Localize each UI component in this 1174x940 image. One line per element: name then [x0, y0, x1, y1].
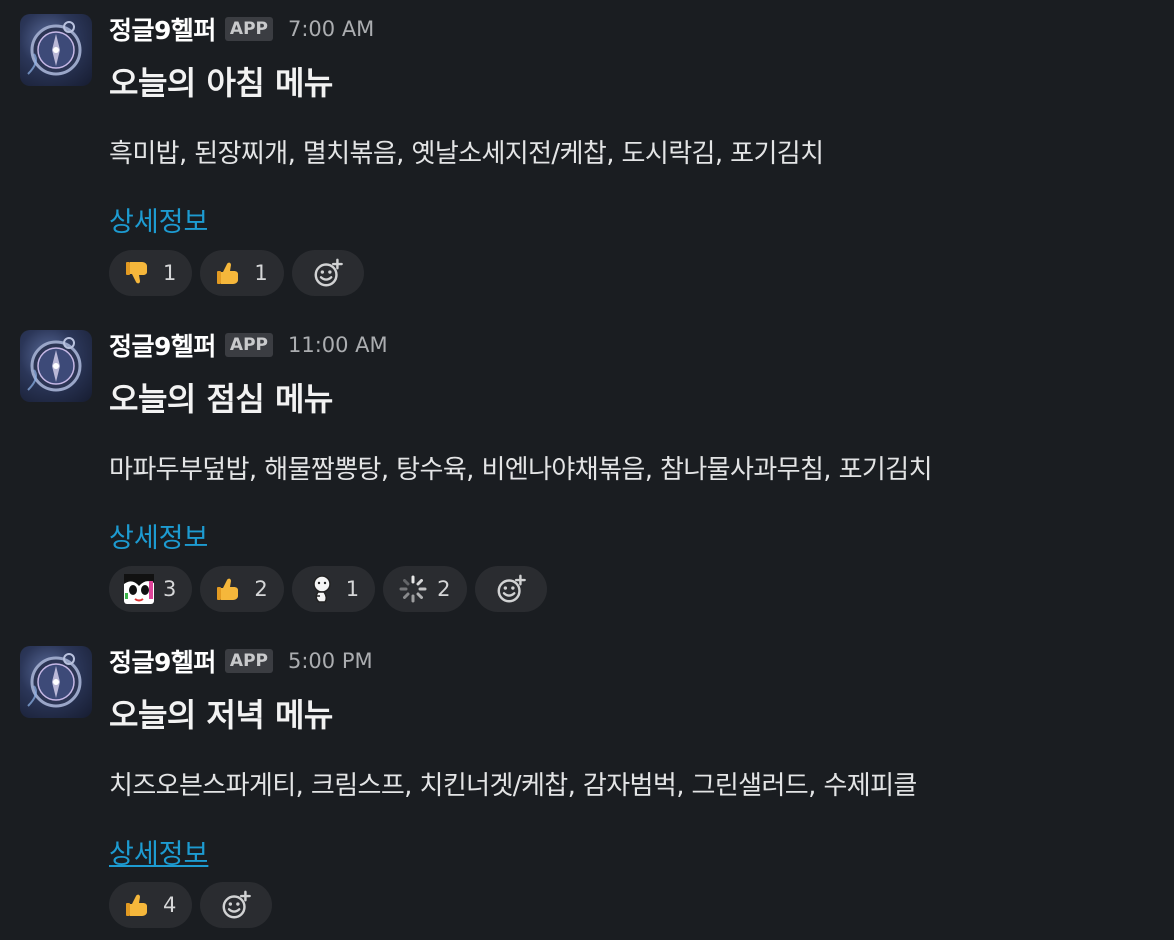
menu-title: 오늘의 저녁 메뉴 [109, 696, 333, 734]
compass-icon [27, 653, 82, 708]
reaction-thumbs-up[interactable]: 4 [109, 882, 193, 928]
app-badge: APP [224, 17, 273, 41]
thumbs-up-icon [123, 889, 155, 921]
timestamp[interactable]: 11:00 AM [288, 333, 388, 357]
menu-title: 오늘의 아침 메뉴 [109, 64, 333, 102]
reaction-count: 3 [163, 577, 177, 601]
reactions-bar: 1 1 [109, 250, 364, 296]
sender-name[interactable]: 정글9헬퍼 [109, 327, 216, 363]
bot-avatar[interactable] [20, 14, 92, 86]
reaction-count: 2 [254, 577, 268, 601]
reaction-count: 2 [437, 577, 451, 601]
add-emoji-icon [220, 889, 252, 921]
menu-title: 오늘의 점심 메뉴 [109, 380, 333, 418]
reaction-count: 1 [163, 261, 177, 285]
bot-avatar[interactable] [20, 330, 92, 402]
compass-icon [27, 21, 82, 76]
detail-link[interactable]: 상세정보 [109, 832, 208, 871]
reaction-thumbs-up[interactable]: 2 [200, 566, 284, 612]
reaction-anime-face[interactable]: 3 [109, 566, 193, 612]
character-icon [306, 573, 338, 605]
thumbs-down-icon [123, 257, 155, 289]
add-reaction-button[interactable] [200, 882, 273, 928]
sender-name[interactable]: 정글9헬퍼 [109, 643, 216, 679]
loading-icon [397, 573, 429, 605]
menu-items: 마파두부덮밥, 해물짬뽕탕, 탕수육, 비엔나야채볶음, 참나물사과무침, 포기… [109, 455, 932, 485]
timestamp[interactable]: 7:00 AM [288, 17, 374, 41]
reaction-thumbs-down[interactable]: 1 [109, 250, 193, 296]
detail-link[interactable]: 상세정보 [109, 200, 208, 239]
thumbs-up-icon [214, 573, 246, 605]
message-header: 정글9헬퍼 APP 5:00 PM [109, 644, 373, 678]
app-badge: APP [224, 649, 273, 673]
thumbs-up-icon [214, 257, 246, 289]
reaction-thumbs-up[interactable]: 1 [200, 250, 284, 296]
reactions-bar: 4 [109, 882, 273, 928]
timestamp[interactable]: 5:00 PM [288, 649, 373, 673]
message-header: 정글9헬퍼 APP 11:00 AM [109, 328, 388, 362]
message-header: 정글9헬퍼 APP 7:00 AM [109, 12, 374, 46]
menu-items: 흑미밥, 된장찌개, 멸치볶음, 옛날소세지전/케찹, 도시락김, 포기김치 [109, 139, 824, 169]
reaction-count: 1 [254, 261, 268, 285]
app-badge: APP [224, 333, 273, 357]
add-emoji-icon [312, 257, 344, 289]
bot-avatar[interactable] [20, 646, 92, 718]
add-emoji-icon [495, 573, 527, 605]
add-reaction-button[interactable] [291, 250, 364, 296]
reaction-character[interactable]: 1 [291, 566, 376, 612]
compass-icon [27, 337, 82, 392]
menu-items: 치즈오븐스파게티, 크림스프, 치킨너겟/케찹, 감자범벅, 그린샐러드, 수제… [109, 771, 917, 801]
reaction-loading[interactable]: 2 [383, 566, 467, 612]
reaction-count: 1 [345, 577, 360, 601]
reaction-count: 4 [163, 893, 177, 917]
reactions-bar: 3 2 1 2 [109, 566, 547, 612]
add-reaction-button[interactable] [474, 566, 547, 612]
sender-name[interactable]: 정글9헬퍼 [109, 11, 216, 47]
anime-face-icon [123, 573, 155, 605]
detail-link[interactable]: 상세정보 [109, 516, 208, 555]
